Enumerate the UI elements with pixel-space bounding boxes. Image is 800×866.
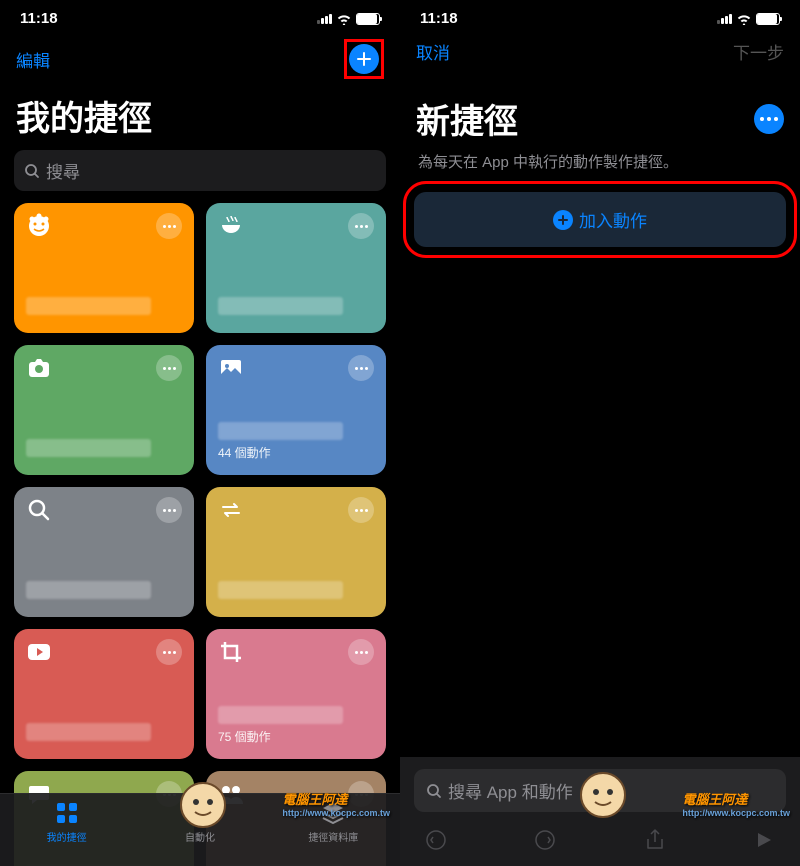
status-bar: 11:18 xyxy=(400,0,800,31)
shortcut-card[interactable]: 75 個動作 xyxy=(206,629,386,759)
camera-icon xyxy=(26,355,52,381)
watermark: 電腦王阿達 http://www.kocpc.com.tw xyxy=(282,789,390,818)
bottom-toolbar xyxy=(414,822,786,852)
card-subtitle: 44 個動作 xyxy=(218,444,374,461)
status-time: 11:18 xyxy=(420,10,458,27)
search-bar[interactable]: 搜尋 xyxy=(14,150,386,191)
bowl-icon xyxy=(218,213,244,239)
card-more-button[interactable] xyxy=(156,355,182,381)
shortcut-card[interactable] xyxy=(14,487,194,617)
phone-left: 11:18 編輯 我的捷徑 搜尋 xyxy=(0,0,400,866)
search-icon xyxy=(26,497,52,523)
card-name-blurred xyxy=(218,422,343,440)
wifi-icon xyxy=(736,13,752,25)
card-name-blurred xyxy=(218,581,343,599)
shortcuts-grid: 44 個動作 75 xyxy=(0,203,400,866)
tab-grid[interactable]: 我的捷徑 xyxy=(0,800,133,844)
more-button[interactable] xyxy=(754,104,784,134)
nav-bar: 取消 下一步 xyxy=(400,31,800,76)
add-highlight xyxy=(344,39,384,79)
shortcut-card[interactable] xyxy=(14,203,194,333)
tab-label: 我的捷徑 xyxy=(47,829,87,844)
search-icon xyxy=(24,163,40,179)
signal-icon xyxy=(717,14,732,24)
repeat-icon xyxy=(218,497,244,523)
search-icon xyxy=(426,783,442,799)
shortcut-card[interactable] xyxy=(14,345,194,475)
cancel-button[interactable]: 取消 xyxy=(416,39,450,64)
nav-bar: 編輯 xyxy=(0,31,400,91)
face-icon xyxy=(26,213,52,239)
phone-right: 11:18 取消 下一步 新捷徑 為每天在 App 中執行的動作製作捷徑。 加入… xyxy=(400,0,800,866)
card-more-button[interactable] xyxy=(156,497,182,523)
card-more-button[interactable] xyxy=(156,213,182,239)
mascot-icon xyxy=(580,772,626,818)
shortcut-card[interactable] xyxy=(206,203,386,333)
search-placeholder: 搜尋 xyxy=(46,158,80,183)
signal-icon xyxy=(317,14,332,24)
image-icon xyxy=(218,355,244,381)
add-shortcut-button[interactable] xyxy=(349,44,379,74)
status-icons xyxy=(317,13,380,25)
mascot-icon xyxy=(180,782,226,828)
tab-label: 捷徑資料庫 xyxy=(308,829,358,844)
shortcut-card[interactable] xyxy=(14,629,194,759)
crop-icon xyxy=(218,639,244,665)
page-title: 我的捷徑 xyxy=(0,91,400,150)
card-more-button[interactable] xyxy=(348,355,374,381)
subtitle: 為每天在 App 中執行的動作製作捷徑。 xyxy=(400,151,800,192)
status-time: 11:18 xyxy=(20,10,58,27)
grid-icon xyxy=(54,800,80,826)
edit-button[interactable]: 編輯 xyxy=(16,47,50,72)
add-action-label: 加入動作 xyxy=(579,207,647,232)
search-placeholder: 搜尋 App 和動作 xyxy=(448,778,573,803)
shortcut-card[interactable]: 44 個動作 xyxy=(206,345,386,475)
play-icon xyxy=(26,639,52,665)
status-icons xyxy=(717,13,780,25)
share-button[interactable] xyxy=(643,828,667,852)
card-name-blurred xyxy=(26,581,151,599)
card-name-blurred xyxy=(26,723,151,741)
card-name-blurred xyxy=(218,297,343,315)
wifi-icon xyxy=(336,13,352,25)
card-name-blurred xyxy=(26,297,151,315)
shortcut-card[interactable] xyxy=(206,487,386,617)
card-subtitle: 75 個動作 xyxy=(218,728,374,745)
run-button[interactable] xyxy=(752,828,776,852)
card-more-button[interactable] xyxy=(348,639,374,665)
card-more-button[interactable] xyxy=(156,639,182,665)
undo-button[interactable] xyxy=(424,828,448,852)
watermark: 電腦王阿達 http://www.kocpc.com.tw xyxy=(682,789,790,818)
next-button[interactable]: 下一步 xyxy=(733,39,784,64)
add-action-button[interactable]: 加入動作 xyxy=(414,192,786,247)
battery-icon xyxy=(356,13,380,25)
card-more-button[interactable] xyxy=(348,497,374,523)
battery-icon xyxy=(756,13,780,25)
plus-icon xyxy=(553,210,573,230)
card-name-blurred xyxy=(26,439,151,457)
card-name-blurred xyxy=(218,706,343,724)
redo-button[interactable] xyxy=(533,828,557,852)
tab-label: 自動化 xyxy=(185,829,215,844)
status-bar: 11:18 xyxy=(0,0,400,31)
card-more-button[interactable] xyxy=(348,213,374,239)
page-title: 新捷徑 xyxy=(416,94,518,143)
